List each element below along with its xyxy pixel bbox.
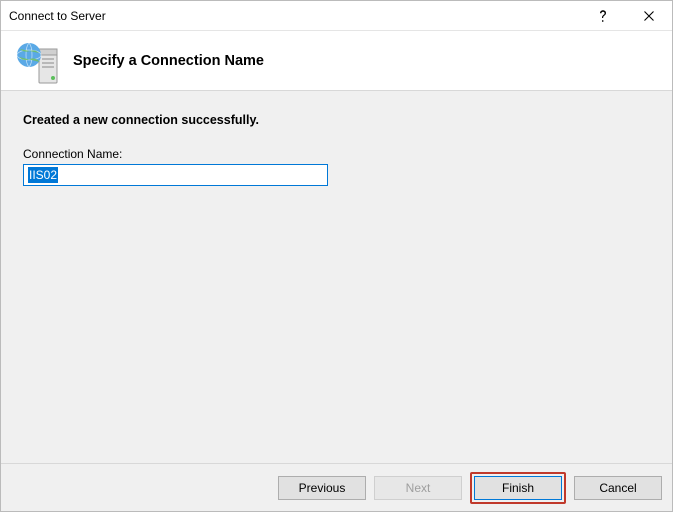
status-message: Created a new connection successfully. [23, 113, 650, 127]
finish-button[interactable]: Finish [474, 476, 562, 500]
wizard-header: Specify a Connection Name [1, 31, 672, 91]
help-icon [598, 9, 608, 23]
wizard-body: Created a new connection successfully. C… [1, 91, 672, 463]
cancel-button[interactable]: Cancel [574, 476, 662, 500]
button-row: Previous Next Finish Cancel [1, 463, 672, 511]
connection-name-input[interactable]: IIS02 [23, 164, 328, 186]
wizard-icon [15, 37, 63, 85]
close-button[interactable] [626, 1, 672, 31]
previous-button[interactable]: Previous [278, 476, 366, 500]
help-button[interactable] [580, 1, 626, 31]
finish-highlight: Finish [470, 472, 566, 504]
window-title: Connect to Server [9, 9, 580, 23]
titlebar: Connect to Server [1, 1, 672, 31]
next-button: Next [374, 476, 462, 500]
connection-name-value: IIS02 [28, 167, 58, 183]
connection-name-label: Connection Name: [23, 147, 650, 161]
wizard-heading: Specify a Connection Name [73, 53, 264, 69]
close-icon [644, 11, 654, 21]
dialog-window: Connect to Server [0, 0, 673, 512]
